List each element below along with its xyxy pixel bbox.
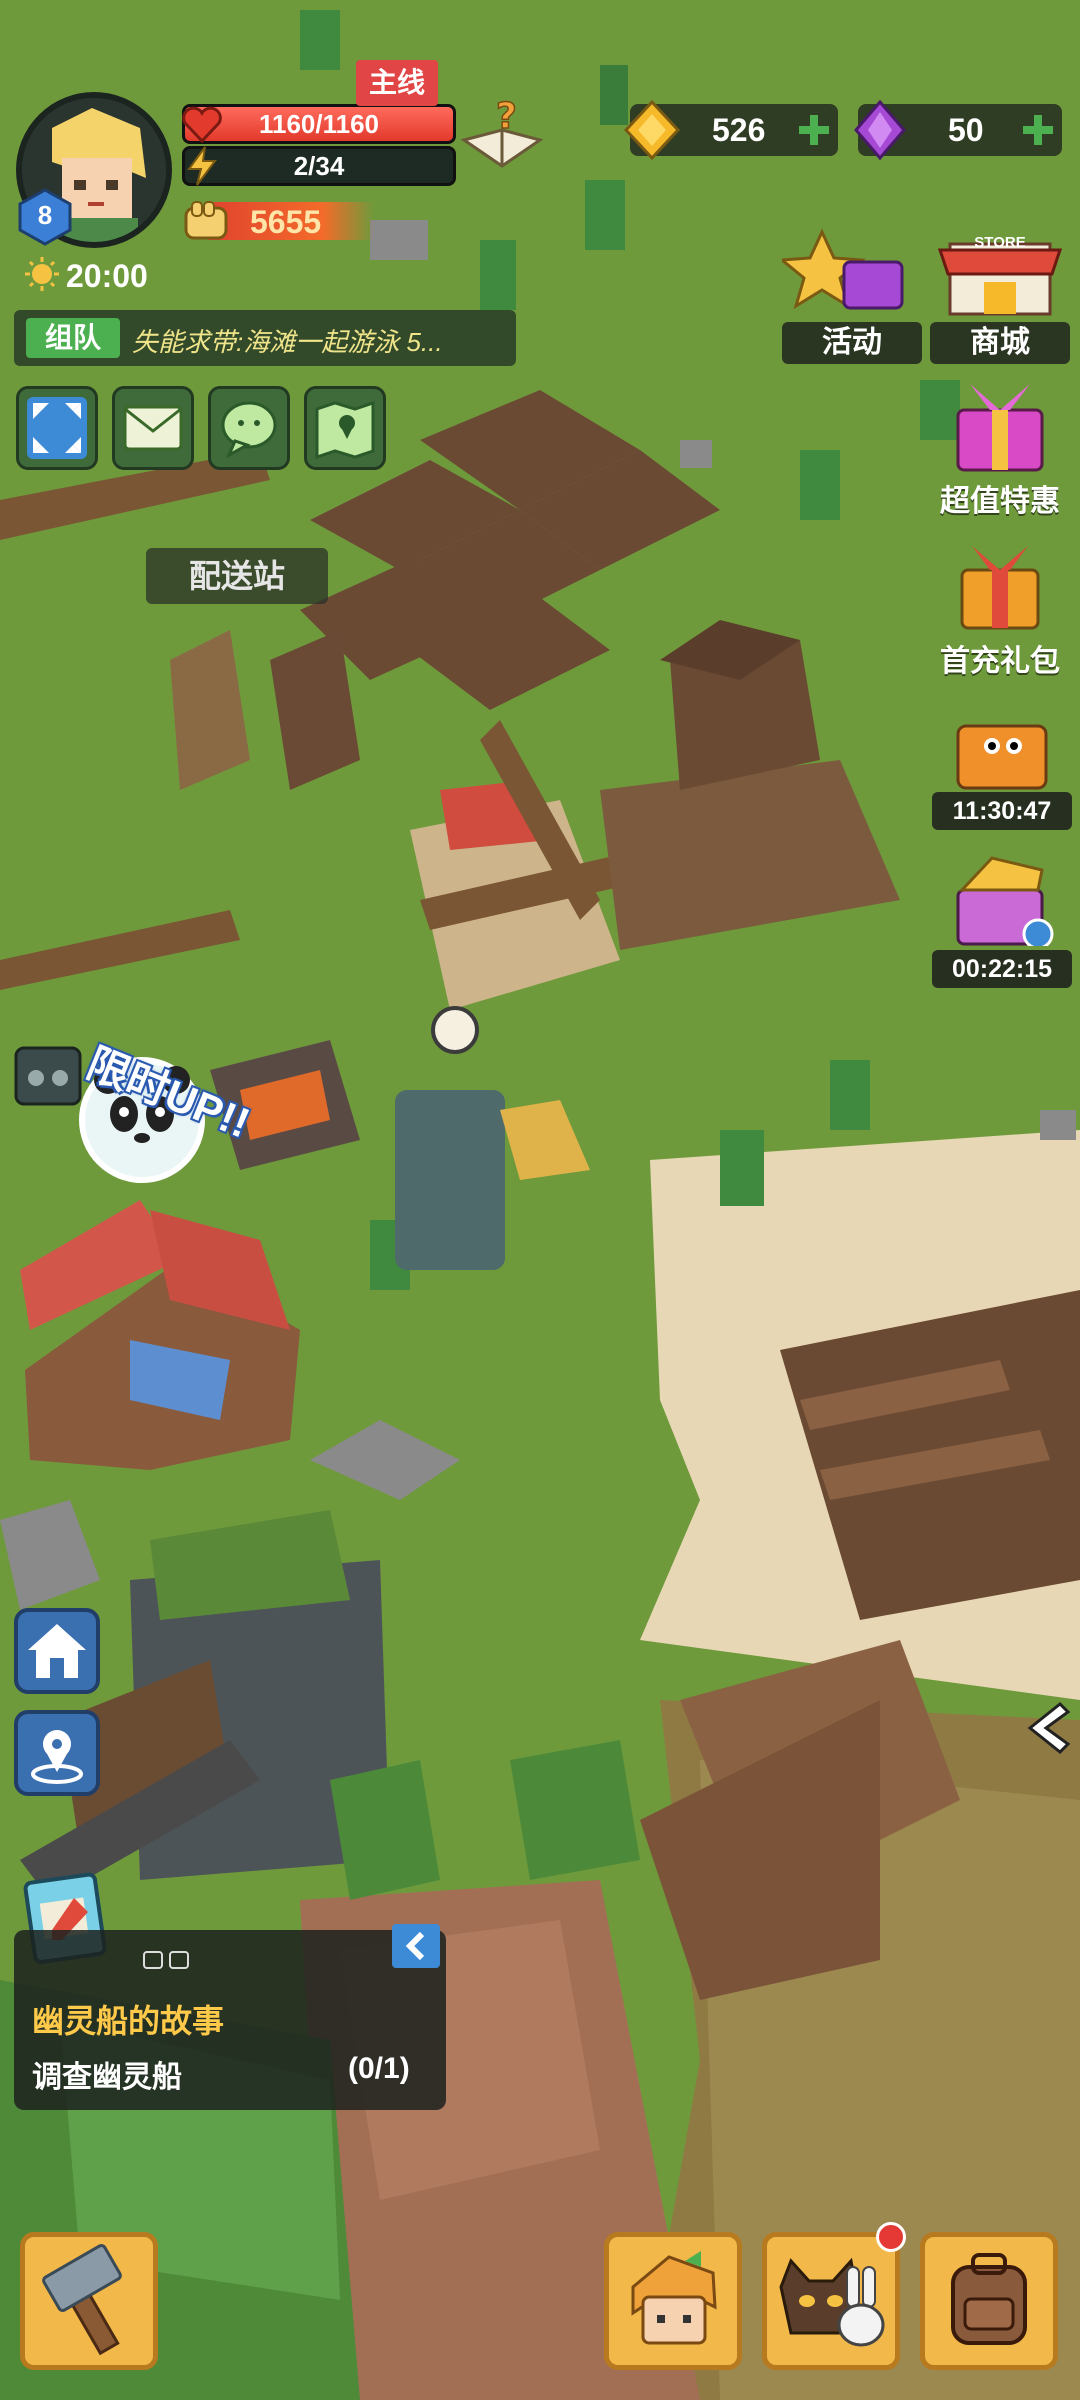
chat-button[interactable] <box>208 386 290 470</box>
team-chat-bar[interactable]: 组队 失能求带:海滩一起游泳 5... <box>14 310 516 366</box>
activity-label: 活动 <box>782 322 922 364</box>
first-recharge-label: 首充礼包 <box>940 645 1060 678</box>
collapse-quest-button[interactable] <box>392 1924 440 1968</box>
purple-gem-icon <box>854 100 906 160</box>
pets-button[interactable] <box>762 2232 900 2370</box>
svg-text:?: ? <box>496 96 517 137</box>
mail-icon <box>123 405 183 451</box>
gold-coin-icon <box>623 100 681 160</box>
game-screen: 8 1160/1160 2/34 5655 ? 20:00 组队 失能求带:海滩… <box>0 0 1080 2400</box>
energy-bar: 2/34 <box>182 146 456 186</box>
store-label: 商城 <box>930 322 1070 364</box>
gift-box-icon <box>960 546 1040 630</box>
value-deal-label: 超值特惠 <box>940 485 1060 518</box>
backpack-button[interactable] <box>920 2232 1058 2370</box>
power-value: 5655 <box>250 204 322 240</box>
notification-dot <box>876 2222 906 2252</box>
quest-progress: (0/1) <box>348 2052 410 2085</box>
add-gold-button[interactable] <box>796 112 832 148</box>
team-message: 失能求带:海滩一起游泳 5... <box>132 327 443 357</box>
game-time: 20:00 <box>66 258 148 294</box>
delivery-station-sign[interactable]: 配送站 <box>146 548 328 604</box>
timed-gift-button[interactable]: 00:22:15 <box>932 850 1072 990</box>
combat-power: 5655 <box>178 196 388 246</box>
player-avatar-button[interactable]: 8 <box>16 92 172 248</box>
gem-value: 50 <box>948 112 984 148</box>
gold-gift-icon <box>956 856 1054 950</box>
value-deal-button[interactable]: 超值特惠 <box>930 380 1070 520</box>
gift-timer: 00:22:15 <box>932 950 1072 988</box>
star-gift-icon <box>778 228 904 310</box>
character-portrait-icon <box>631 2251 717 2345</box>
gold-counter: 526 <box>623 100 838 160</box>
limited-up-badge[interactable]: 限时UP!! <box>72 1030 256 1183</box>
build-hammer-icon <box>42 2244 122 2356</box>
gift-box-icon <box>956 384 1044 472</box>
character-button[interactable] <box>604 2232 742 2370</box>
question-book-icon: ? <box>460 95 544 168</box>
expand-arrow-icon[interactable] <box>1020 1698 1080 1758</box>
mail-button[interactable] <box>112 386 194 470</box>
limited-chest-button[interactable]: 11:30:47 <box>932 700 1072 832</box>
sun-icon <box>25 257 59 291</box>
team-label: 组队 <box>26 318 120 358</box>
add-gems-button[interactable] <box>1020 112 1056 148</box>
fullscreen-icon <box>27 397 87 459</box>
guide-book-button[interactable]: ? <box>460 95 544 172</box>
hp-value: 1160/1160 <box>258 109 380 139</box>
location-pin-icon <box>31 1730 83 1784</box>
fullscreen-button[interactable] <box>16 386 98 470</box>
map-button[interactable] <box>304 386 386 470</box>
quest-title: 幽灵船的故事 <box>32 2003 225 2039</box>
gem-counter: 50 <box>854 100 1062 160</box>
chat-icon <box>221 401 277 459</box>
pets-icon <box>779 2257 885 2347</box>
store-button[interactable]: STORE 商城 <box>930 230 1070 370</box>
treasure-chest-icon <box>956 724 1048 790</box>
first-recharge-button[interactable]: 首充礼包 <box>930 540 1070 680</box>
backpack-icon <box>951 2253 1027 2345</box>
quest-task: 调查幽灵船 <box>32 2061 182 2094</box>
chest-timer: 11:30:47 <box>932 792 1072 830</box>
fist-power-icon <box>184 201 228 240</box>
main-quest-tag: 主线 <box>356 60 438 106</box>
activity-button[interactable]: 活动 <box>778 222 922 368</box>
map-icon <box>315 400 375 460</box>
chevron-left-icon <box>405 1931 425 1961</box>
energy-value: 2/34 <box>293 151 345 181</box>
page-dots-icon <box>143 1951 189 1969</box>
game-clock: 20:00 <box>24 256 148 296</box>
home-button[interactable] <box>14 1608 100 1694</box>
hp-bar: 1160/1160 <box>182 104 456 144</box>
quest-tracker[interactable]: 幽灵船的故事 调查幽灵船 (0/1) <box>14 1930 446 2110</box>
player-level: 8 <box>37 200 53 230</box>
build-button[interactable] <box>20 2232 158 2370</box>
home-icon <box>28 1624 86 1678</box>
gold-value: 526 <box>712 112 766 148</box>
locate-button[interactable] <box>14 1710 100 1796</box>
store-sign: STORE <box>974 234 1026 251</box>
